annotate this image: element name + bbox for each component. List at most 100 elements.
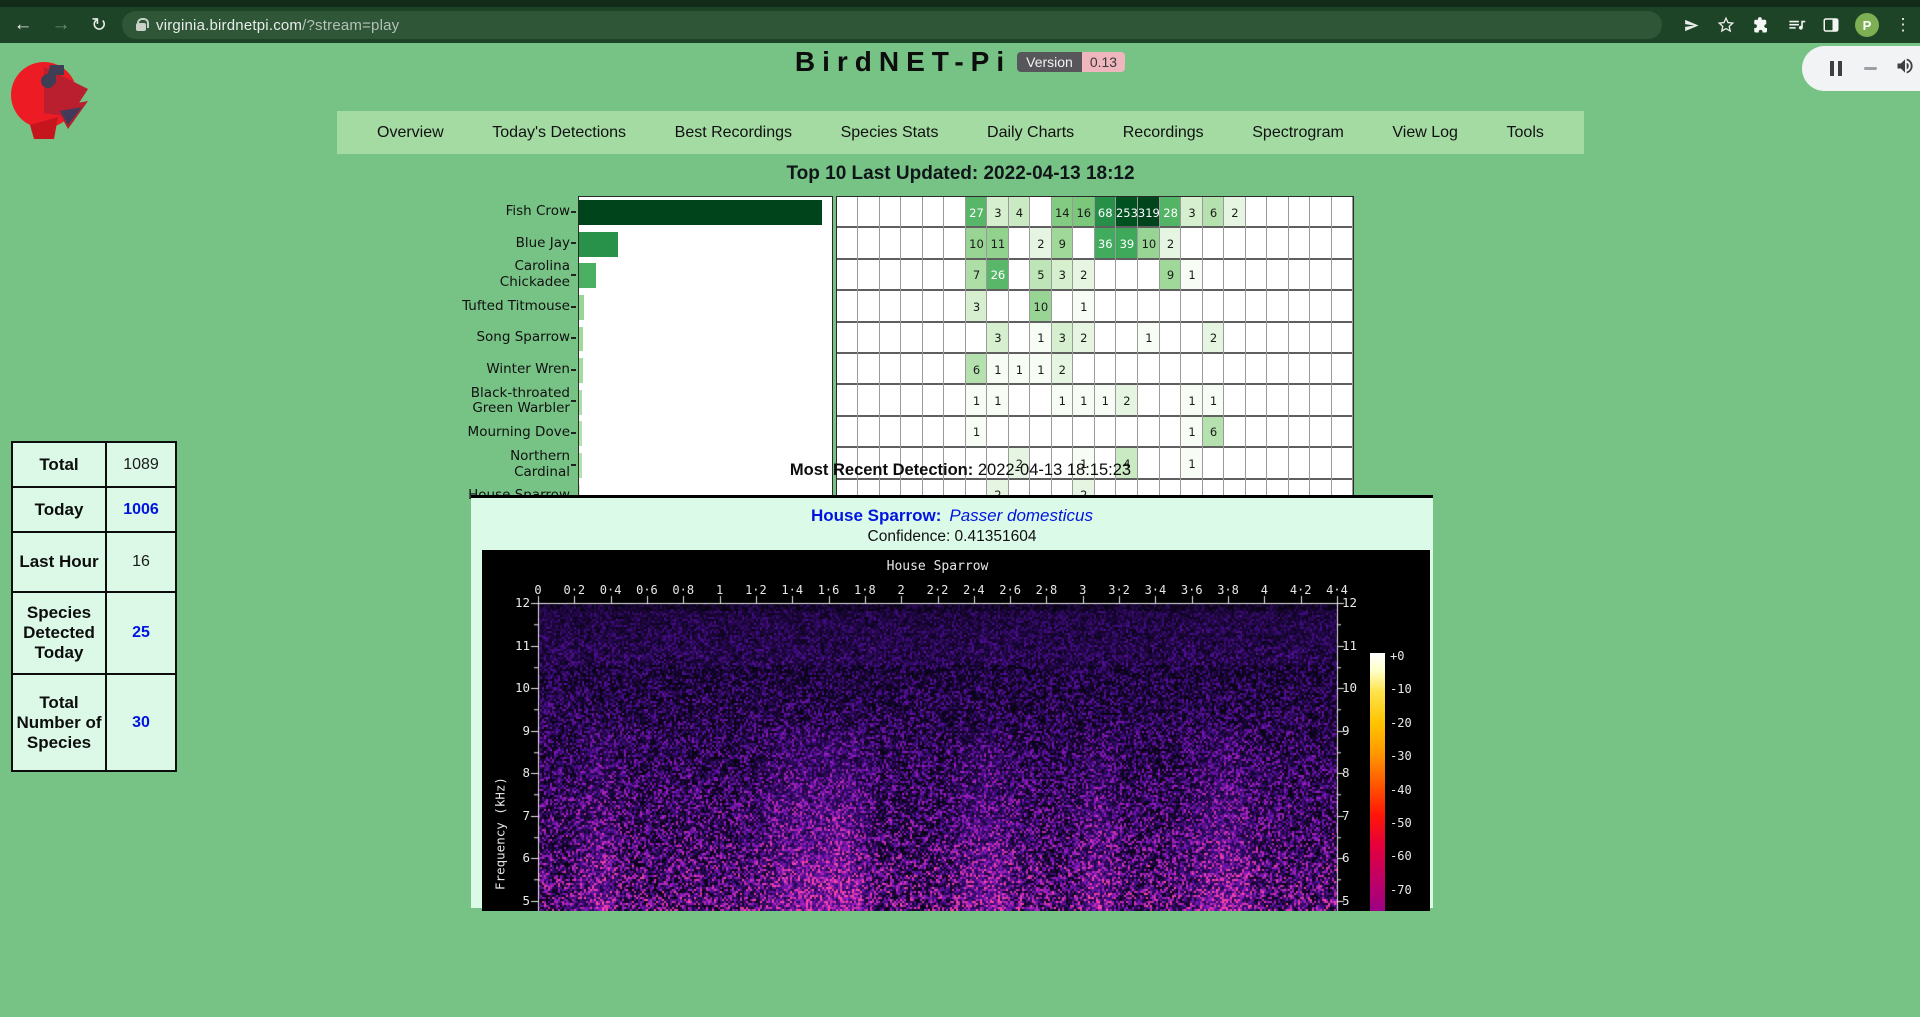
- stats-label: Total Number of Species: [12, 674, 106, 771]
- heatmap-cell: [858, 291, 879, 322]
- audio-player[interactable]: [1802, 46, 1920, 91]
- heatmap-cell: [858, 354, 879, 385]
- heatmap-cell: [1181, 323, 1202, 354]
- spec-time-label: 1: [716, 583, 723, 597]
- bar-tufted-titmouse: [579, 295, 584, 320]
- heatmap-cell: [1116, 354, 1138, 385]
- nav-item-today-s-detections[interactable]: Today's Detections: [492, 124, 626, 142]
- spec-time-label: 3·8: [1217, 583, 1239, 597]
- heatmap-cell: [901, 260, 922, 291]
- volume-icon[interactable]: [1895, 56, 1915, 81]
- spec-time-label: 3: [1079, 583, 1086, 597]
- heatmap-cell: [1095, 417, 1116, 448]
- heatmap-cell: [944, 291, 965, 322]
- species-label: Black-throatedGreen Warbler: [330, 386, 570, 418]
- extensions-icon[interactable]: [1750, 14, 1772, 36]
- spec-freq-label-right: 9: [1342, 723, 1350, 738]
- heatmap-cell: 2: [1073, 260, 1094, 291]
- heatmap-cell: [880, 323, 901, 354]
- y-tick: [571, 242, 576, 244]
- heatmap-cell: [923, 417, 944, 448]
- heatmap-cell: [1246, 354, 1267, 385]
- spec-time-label: 4·2: [1290, 583, 1312, 597]
- bookmark-star-icon[interactable]: [1715, 14, 1737, 36]
- heatmap-cell: 1: [1073, 291, 1094, 322]
- page: BirdNET-PiVersion0.13 OverviewToday's De…: [0, 43, 1920, 1017]
- heatmap-cell: [1160, 291, 1181, 322]
- profile-avatar[interactable]: P: [1855, 13, 1879, 37]
- heatmap-cell: 7: [966, 260, 987, 291]
- heatmap-cell: 1: [1181, 417, 1202, 448]
- spec-db-label: -50: [1390, 816, 1412, 830]
- bar-carolina-chickadee: [579, 263, 596, 288]
- url-text[interactable]: virginia.birdnetpi.com/?stream=play: [156, 17, 399, 34]
- heatmap-cell: [1224, 417, 1245, 448]
- nav-item-daily-charts[interactable]: Daily Charts: [987, 124, 1074, 142]
- seek-slider[interactable]: [1864, 67, 1877, 70]
- heatmap-cell: [1116, 417, 1138, 448]
- address-bar[interactable]: virginia.birdnetpi.com/?stream=play: [122, 11, 1662, 39]
- heatmap-cell: [901, 291, 922, 322]
- spec-db-label: -10: [1390, 682, 1412, 696]
- heatmap-cell: [901, 417, 922, 448]
- heatmap-cell: [1224, 260, 1245, 291]
- spec-time-label: 3·4: [1145, 583, 1167, 597]
- detection-species-link[interactable]: House Sparrow:: [811, 506, 941, 525]
- heatmap-cell: [944, 323, 965, 354]
- heatmap-cell: [837, 291, 858, 322]
- forward-button[interactable]: →: [46, 10, 76, 40]
- heatmap-cell: 1: [987, 385, 1008, 416]
- playlist-icon[interactable]: [1785, 14, 1807, 36]
- heatmap-cell: 14: [1052, 197, 1073, 228]
- stats-row: Today1006: [12, 487, 176, 532]
- heatmap-cell: [1224, 228, 1245, 259]
- pause-button[interactable]: [1830, 61, 1842, 76]
- version-value: 0.13: [1082, 52, 1125, 72]
- heatmap-cell: 2: [1160, 228, 1181, 259]
- nav-item-best-recordings[interactable]: Best Recordings: [675, 124, 792, 142]
- heatmap-cell: 3: [966, 291, 987, 322]
- heatmap-cell: [1160, 417, 1181, 448]
- bar-blue-jay: [579, 232, 618, 257]
- nav-item-view-log[interactable]: View Log: [1392, 124, 1458, 142]
- nav-item-overview[interactable]: Overview: [377, 124, 444, 142]
- spectrogram: House Sparrow Frequency (kHz) 00·20·40·6…: [482, 550, 1430, 911]
- heatmap-cell: 26: [987, 260, 1008, 291]
- heatmap-cell: [1332, 197, 1353, 228]
- heatmap-cell: 2: [1073, 323, 1094, 354]
- side-panel-icon[interactable]: [1820, 14, 1842, 36]
- nav-item-spectrogram[interactable]: Spectrogram: [1252, 124, 1344, 142]
- heatmap-cell: [1310, 197, 1331, 228]
- reload-button[interactable]: ↻: [84, 10, 114, 40]
- heatmap-cell: [1289, 228, 1310, 259]
- spec-freq-label: 9: [496, 723, 530, 738]
- version-badge: Version0.13: [1017, 52, 1125, 72]
- nav-item-recordings[interactable]: Recordings: [1123, 124, 1204, 142]
- heatmap-cell: [837, 197, 858, 228]
- heatmap-cell: [1224, 291, 1245, 322]
- spec-time-label: 1·8: [854, 583, 876, 597]
- heatmap-cell: [1224, 323, 1245, 354]
- back-button[interactable]: ←: [8, 10, 38, 40]
- nav-item-species-stats[interactable]: Species Stats: [841, 124, 939, 142]
- nav-item-tools[interactable]: Tools: [1507, 124, 1544, 142]
- browser-menu-icon[interactable]: ⋮: [1892, 14, 1914, 36]
- heatmap-cell: [1203, 291, 1224, 322]
- heatmap-cell: 2: [1116, 385, 1138, 416]
- heatmap-cell: [880, 260, 901, 291]
- heatmap-cell: [1289, 385, 1310, 416]
- heatmap-cell: [1030, 385, 1051, 416]
- bar-black-throated-green-warbler: [579, 390, 582, 415]
- heatmap-cell: [1246, 291, 1267, 322]
- stats-value[interactable]: 25: [106, 592, 176, 674]
- stats-value[interactable]: 30: [106, 674, 176, 771]
- heatmap-cell: [880, 291, 901, 322]
- heatmap-cell: [1203, 354, 1224, 385]
- stats-value[interactable]: 1006: [106, 487, 176, 532]
- heatmap-cell: 11: [987, 228, 1008, 259]
- y-tick: [571, 369, 576, 371]
- detection-title: House Sparrow:Passer domesticus: [471, 506, 1433, 526]
- heatmap-cell: [1310, 417, 1331, 448]
- share-icon[interactable]: [1680, 14, 1702, 36]
- stats-label: Total: [12, 442, 106, 487]
